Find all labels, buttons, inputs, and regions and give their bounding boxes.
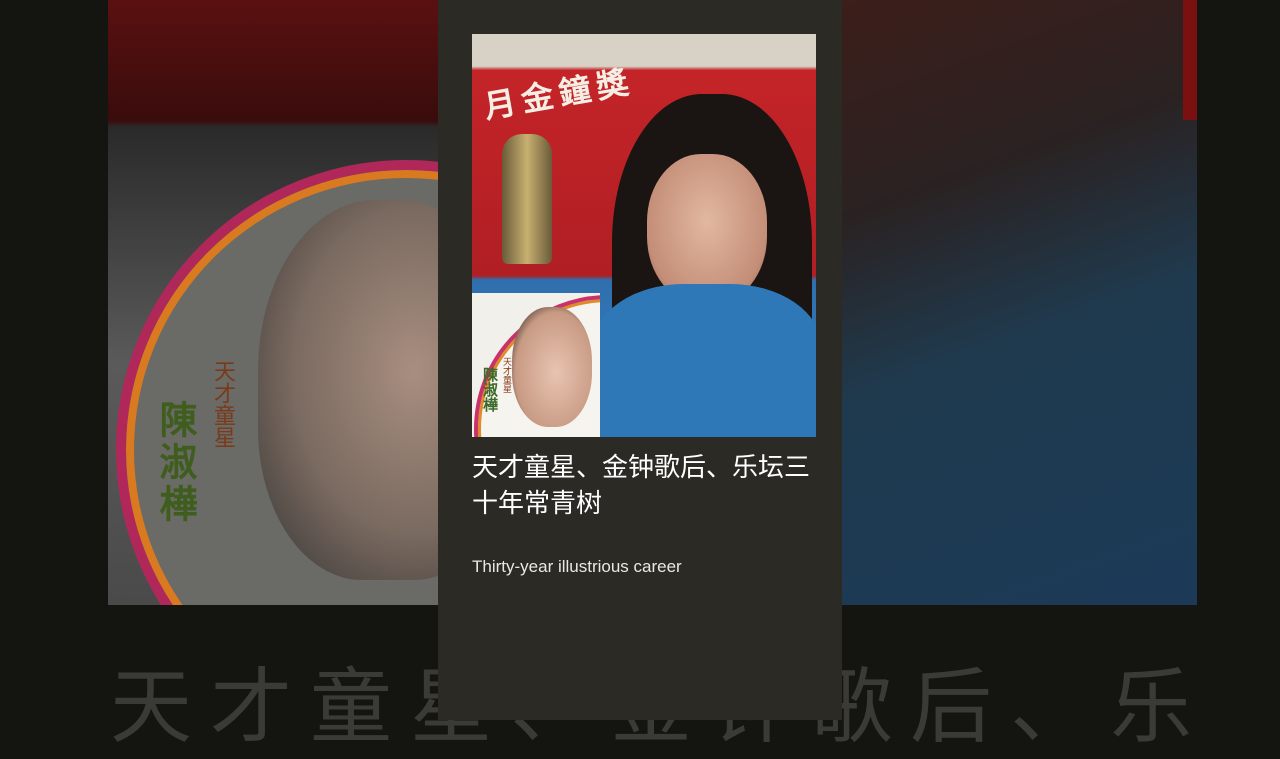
- trophy-image: [502, 134, 552, 264]
- photo-banner-text: 月金鐘獎: [480, 62, 638, 126]
- main-photo: 月金鐘獎 天才童星 陳淑樺: [472, 34, 816, 437]
- card-subtitle: Thirty-year illustrious career: [472, 557, 682, 576]
- inset-tag-text: 天才童星: [501, 357, 511, 393]
- inset-face: [512, 307, 592, 427]
- background-name-text: 陳淑樺: [153, 400, 197, 526]
- inset-name-text: 陳淑樺: [481, 367, 499, 412]
- card-title: 天才童星、金钟歌后、乐坛三十年常青树: [472, 453, 811, 519]
- background-right-panel: [842, 0, 1197, 605]
- background-tag-text: 天才童星: [210, 360, 235, 448]
- background-left-panel: 天才童星 陳淑樺: [108, 0, 438, 605]
- inset-album-cover: 天才童星 陳淑樺: [472, 293, 600, 437]
- background-red-strip: [1183, 0, 1197, 120]
- photo-blouse: [592, 284, 816, 437]
- photo-face: [647, 154, 767, 304]
- content-card[interactable]: 月金鐘獎 天才童星 陳淑樺 天才童星、金钟歌后、乐坛三十年常青树 Thirty-…: [438, 0, 842, 720]
